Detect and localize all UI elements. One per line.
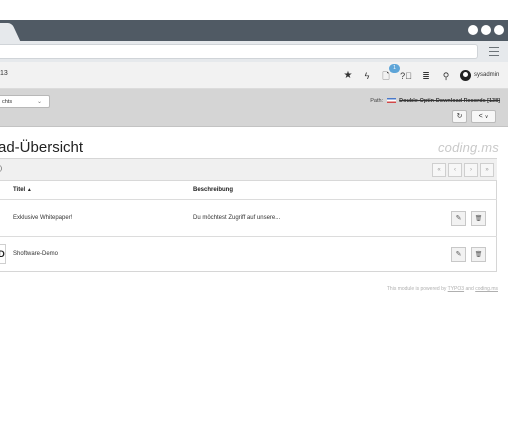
username[interactable]: sysadmin bbox=[474, 72, 499, 78]
bookmark-star-icon[interactable]: ★ bbox=[342, 70, 354, 82]
share-icon: < bbox=[478, 113, 483, 120]
chevron-down-icon: ⌄ bbox=[36, 99, 42, 105]
footer-coding-ms-link[interactable]: coding.ms bbox=[475, 286, 498, 292]
row-1-description: Du möchtest Zugriff auf unsere... bbox=[193, 215, 281, 221]
flash-icon[interactable]: ϟ bbox=[362, 70, 372, 82]
window-controls bbox=[468, 25, 504, 35]
path-label: Path: bbox=[370, 98, 384, 104]
footer-and: and bbox=[465, 286, 474, 292]
notification-badge: 1 bbox=[389, 64, 400, 73]
footer-typo3-link[interactable]: TYPO3 bbox=[448, 286, 464, 292]
share-button[interactable]: < ∨ bbox=[471, 110, 496, 123]
version-label: 13 bbox=[0, 70, 8, 77]
maximize-dot-icon[interactable] bbox=[481, 25, 491, 35]
docheader bbox=[0, 89, 508, 127]
refresh-icon: ↻ bbox=[456, 113, 463, 120]
edit-icon: ✎ bbox=[455, 215, 462, 222]
row-divider bbox=[0, 236, 497, 237]
coding-ms-logo: coding.ms bbox=[437, 140, 499, 155]
browser-menu-icon[interactable] bbox=[489, 47, 499, 56]
breadcrumb-path: Path: Double-Optin-Download Records [138… bbox=[370, 98, 500, 104]
row-2-edit-button[interactable]: ✎ bbox=[451, 247, 466, 262]
row-1-edit-button[interactable]: ✎ bbox=[451, 211, 466, 226]
row-1-delete-button[interactable]: 🗑 bbox=[471, 211, 486, 226]
row-1-title[interactable]: Exklusive Whitepaper! bbox=[13, 215, 72, 221]
path-value[interactable]: Double-Optin-Download Records [138] bbox=[399, 98, 500, 104]
address-bar[interactable] bbox=[0, 44, 478, 59]
browser-titlebar bbox=[0, 20, 508, 41]
user-avatar-icon[interactable] bbox=[460, 70, 471, 81]
pager-last-button[interactable]: » bbox=[480, 163, 494, 177]
row-2-delete-button[interactable]: 🗑 bbox=[471, 247, 486, 262]
trash-icon: 🗑 bbox=[474, 252, 483, 258]
footer-prefix: This module is powered by bbox=[386, 286, 447, 292]
search-icon[interactable]: ⚲ bbox=[440, 70, 452, 82]
page-flag-icon bbox=[386, 98, 396, 104]
typo3-backend-window: 13 ★ ϟ 🗋 1 ?⃝ ≣ ⚲ sysadmin chts ⌄ Path: … bbox=[0, 0, 508, 430]
sort-ascending-icon: ▲ bbox=[26, 187, 32, 193]
edit-icon: ✎ bbox=[455, 251, 462, 258]
share-chevron-icon: ∨ bbox=[484, 114, 489, 120]
pager-next-button[interactable]: › bbox=[464, 163, 478, 177]
record-count: ) bbox=[0, 166, 2, 172]
row-2-title[interactable]: Shoftware-Demo bbox=[13, 251, 58, 257]
function-select[interactable]: chts ⌄ bbox=[0, 95, 50, 108]
function-select-value: chts bbox=[2, 99, 13, 105]
row-divider bbox=[0, 199, 497, 200]
pager-first-button[interactable]: « bbox=[432, 163, 446, 177]
screen-margin bbox=[0, 0, 508, 20]
pager-prev-button[interactable]: ‹ bbox=[448, 163, 462, 177]
page-title: ad-Übersicht bbox=[0, 139, 84, 156]
close-dot-icon[interactable] bbox=[494, 25, 504, 35]
row-2-thumbnail: D bbox=[0, 244, 6, 264]
column-header-title[interactable]: Titel ▲ bbox=[13, 187, 32, 193]
panel-header bbox=[0, 159, 497, 181]
system-info-icon[interactable]: ≣ bbox=[420, 70, 432, 82]
help-icon[interactable]: ?⃝ bbox=[400, 70, 412, 82]
refresh-button[interactable]: ↻ bbox=[452, 110, 467, 123]
trash-icon: 🗑 bbox=[474, 216, 483, 222]
column-header-description: Beschreibung bbox=[193, 187, 234, 193]
module-footer: This module is powered by TYPO3 and codi… bbox=[387, 286, 498, 292]
minimize-dot-icon[interactable] bbox=[468, 25, 478, 35]
column-title-label: Titel bbox=[13, 187, 26, 193]
